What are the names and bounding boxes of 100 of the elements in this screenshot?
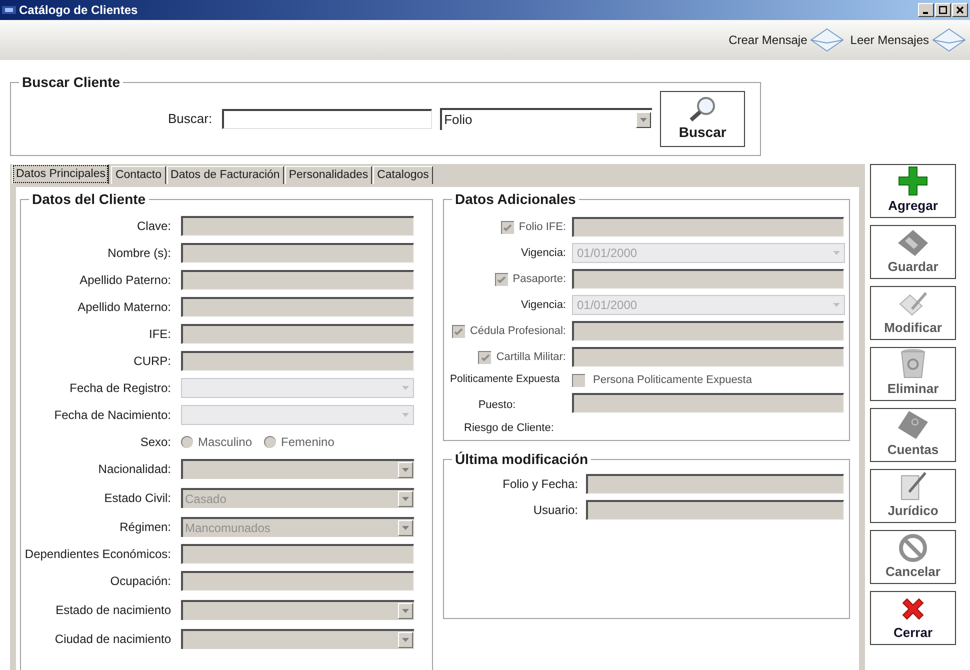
dropdown-arrow-icon xyxy=(833,251,840,255)
field-label: Vigencia: xyxy=(520,298,566,313)
dropdown-button[interactable] xyxy=(398,632,413,648)
field-label: Clave: xyxy=(136,218,172,235)
radio-button[interactable] xyxy=(264,436,276,448)
field-label: Cartilla Militar: xyxy=(496,350,566,365)
field-label: Sexo: xyxy=(139,434,172,451)
action-button[interactable]: Agregar xyxy=(870,164,956,218)
text-field[interactable] xyxy=(586,474,844,494)
field-label: Folio y Fecha: xyxy=(502,476,578,492)
dropdown-arrow-icon xyxy=(402,413,409,417)
dropdown[interactable] xyxy=(181,600,414,620)
field-label: Fecha de Nacimiento: xyxy=(53,407,172,424)
envelope-icon xyxy=(932,28,966,52)
search-button[interactable]: Buscar xyxy=(660,91,746,147)
field-label: Apellido Materno: xyxy=(76,299,172,316)
text-field[interactable] xyxy=(181,216,414,236)
app-icon xyxy=(2,4,16,16)
dropdown-button[interactable] xyxy=(398,603,413,619)
tab[interactable]: Datos de Facturación xyxy=(166,166,284,184)
close-button[interactable] xyxy=(952,3,968,17)
text-field[interactable] xyxy=(181,270,414,290)
field-label: Pasaporte: xyxy=(512,272,566,287)
field-label: Folio IFE: xyxy=(518,220,566,235)
checkbox[interactable] xyxy=(452,324,465,338)
field-label: Ocupación: xyxy=(109,573,172,590)
dropdown-button[interactable] xyxy=(636,112,652,128)
text-field[interactable] xyxy=(572,347,844,367)
field-label: Fecha de Registro: xyxy=(68,380,172,397)
text-field[interactable] xyxy=(181,571,414,591)
field-label: Politicamente Expuesta xyxy=(450,372,560,388)
plus-icon xyxy=(898,166,928,196)
dropdown-button[interactable] xyxy=(398,520,413,536)
toolbar-button[interactable]: Leer Mensajes xyxy=(850,28,966,52)
dropdown-arrow-icon xyxy=(402,609,409,613)
dropdown-arrow-icon xyxy=(402,497,409,501)
field-label: Régimen: xyxy=(118,519,172,536)
field-label: Usuario: xyxy=(533,502,578,518)
field-label: IFE: xyxy=(148,326,172,343)
text-field[interactable] xyxy=(181,297,414,317)
tab[interactable]: Contacto xyxy=(111,166,166,184)
field-label: Nacionalidad: xyxy=(97,461,172,478)
dropdown-arrow-icon xyxy=(402,638,409,642)
toolbar-button[interactable]: Crear Mensaje xyxy=(728,28,844,52)
field-label: Ciudad de nacimiento xyxy=(54,631,172,648)
text-field[interactable] xyxy=(586,500,844,520)
dropdown[interactable] xyxy=(181,629,414,649)
maximize-icon xyxy=(939,6,947,14)
field-label: Nombre (s): xyxy=(106,245,172,262)
text-field[interactable] xyxy=(181,324,414,344)
recycle-bin-icon xyxy=(900,348,926,378)
pencil-paper-icon xyxy=(898,470,928,500)
field-label: Riesgo de Cliente: xyxy=(464,420,554,434)
search-filter-dropdown[interactable]: Folio xyxy=(440,108,652,130)
checkbox-option[interactable]: Persona Politicamente Expuesta xyxy=(572,372,752,388)
radio-button[interactable] xyxy=(181,436,193,448)
magnifier-icon xyxy=(688,96,717,122)
dropdown[interactable] xyxy=(181,459,414,479)
radio-option[interactable]: Masculino xyxy=(181,433,252,451)
search-field[interactable] xyxy=(222,109,432,129)
action-button[interactable]: Cerrar xyxy=(870,591,956,645)
dropdown-arrow-icon xyxy=(640,118,648,122)
pencil-paper-icon xyxy=(897,290,929,318)
envelope-icon xyxy=(810,28,844,52)
group-title: Última modificación xyxy=(452,450,592,468)
tab[interactable]: Personalidades xyxy=(284,166,372,184)
field-label: Estado Civil: xyxy=(103,490,172,507)
text-field[interactable] xyxy=(181,544,414,564)
field-label: Puesto: xyxy=(478,398,516,413)
field-label: Apellido Paterno: xyxy=(78,272,172,289)
text-field[interactable] xyxy=(572,321,844,341)
tab[interactable]: Datos Principales xyxy=(12,164,110,184)
text-field[interactable] xyxy=(572,217,844,237)
dropdown-arrow-icon xyxy=(402,468,409,472)
field-label: Dependientes Económicos: xyxy=(24,546,172,563)
checkbox[interactable] xyxy=(500,220,514,234)
radio-option[interactable]: Femenino xyxy=(264,433,334,451)
tab[interactable]: Catalogos xyxy=(373,166,433,184)
maximize-button[interactable] xyxy=(935,3,951,17)
dropdown-arrow-icon xyxy=(402,386,409,390)
text-field[interactable] xyxy=(572,393,844,414)
checkbox[interactable] xyxy=(572,374,585,386)
field-label: Cédula Profesional: xyxy=(470,324,566,339)
field-label: CURP: xyxy=(132,353,172,370)
checkbox[interactable] xyxy=(478,350,492,364)
dropdown-arrow-icon xyxy=(833,303,840,307)
checkbox[interactable] xyxy=(494,272,508,286)
text-field[interactable] xyxy=(572,269,844,289)
search-label: Buscar: xyxy=(168,110,212,128)
dropdown-button[interactable] xyxy=(398,491,413,507)
prohibited-icon xyxy=(899,534,927,562)
close-icon xyxy=(956,6,964,14)
minimize-button[interactable] xyxy=(918,3,934,17)
text-field[interactable] xyxy=(181,351,414,371)
dropdown-button[interactable] xyxy=(398,462,413,478)
window-title: Catálogo de Clientes xyxy=(19,2,138,19)
field-label: Estado de nacimiento xyxy=(54,602,172,619)
text-field[interactable] xyxy=(181,243,414,263)
dropdown-arrow-icon xyxy=(402,526,409,530)
field-label: Vigencia: xyxy=(520,246,566,261)
